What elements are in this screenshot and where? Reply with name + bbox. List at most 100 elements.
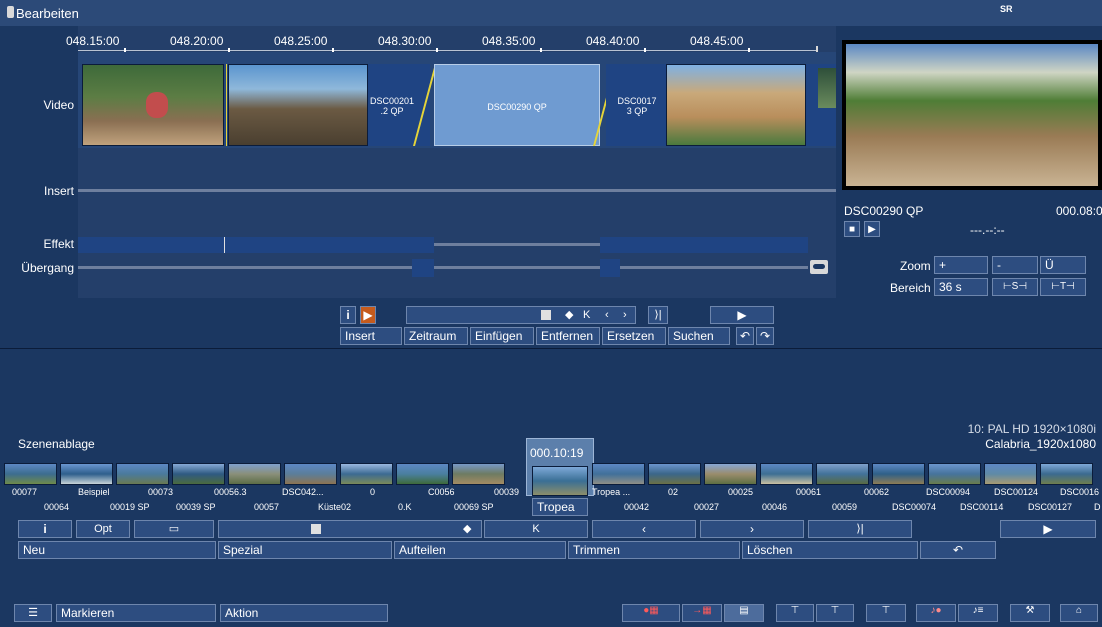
track-label-uebergang: Übergang xyxy=(21,261,74,275)
play-preview-icon[interactable]: ▶ xyxy=(864,221,880,237)
range-field[interactable]: 36 s xyxy=(934,278,988,296)
entfernen-button[interactable]: Entfernen xyxy=(536,327,600,345)
video-clip[interactable] xyxy=(228,64,368,146)
range-label: Bereich xyxy=(890,281,931,295)
scene-label: 00057 xyxy=(254,502,280,512)
range-end-icon[interactable]: ⊢T⊣ xyxy=(1040,278,1086,296)
scene-thumb[interactable] xyxy=(816,463,869,485)
video-clip[interactable] xyxy=(666,64,806,146)
audio-record-icon[interactable]: ♪● xyxy=(916,604,956,622)
next-icon[interactable]: › xyxy=(623,307,627,323)
scene-info-button[interactable]: i xyxy=(18,520,72,538)
scene-prev-icon[interactable]: ‹ xyxy=(592,520,696,538)
transition-block[interactable] xyxy=(600,259,620,277)
title-tool-icon[interactable]: ⊤ xyxy=(866,604,906,622)
loeschen-button[interactable]: Löschen xyxy=(742,541,918,559)
transition-settings-icon[interactable] xyxy=(810,260,828,274)
scene-thumb[interactable] xyxy=(340,463,393,485)
zoom-fit-button[interactable]: Ü xyxy=(1040,256,1086,274)
transition-block[interactable] xyxy=(412,259,434,277)
scene-thumb[interactable] xyxy=(984,463,1037,485)
record-grid-icon[interactable]: ●▦ xyxy=(622,604,680,622)
scene-thumb[interactable] xyxy=(760,463,813,485)
scene-next-icon[interactable]: › xyxy=(700,520,804,538)
suchen-button[interactable]: Suchen xyxy=(668,327,730,345)
zoom-out-button[interactable]: - xyxy=(992,256,1038,274)
scene-thumb[interactable] xyxy=(452,463,505,485)
scene-thumb[interactable] xyxy=(648,463,701,485)
timeline-scroll[interactable]: ◆ K ‹ › xyxy=(406,306,636,324)
timeline-grid-icon[interactable]: ▤ xyxy=(724,604,764,622)
last-icon[interactable]: ⟩| xyxy=(648,306,668,324)
preview-mode-icon[interactable]: ▶ xyxy=(360,306,376,324)
preview-clip-duration: 000.08:00 xyxy=(1056,204,1102,218)
scene-scroll-handle[interactable] xyxy=(311,524,321,534)
neu-button[interactable]: Neu xyxy=(18,541,216,559)
clip-name: DSC0017 3 QP xyxy=(617,96,657,116)
home-icon[interactable]: ⌂ xyxy=(1060,604,1098,622)
scene-play-icon[interactable]: ▶ xyxy=(1000,520,1096,538)
scene-opt-button[interactable]: Opt xyxy=(76,520,130,538)
scene-label: 00039 SP xyxy=(176,502,216,512)
ersetzen-button[interactable]: Ersetzen xyxy=(602,327,666,345)
title-bar: Bearbeiten SR xyxy=(0,0,1102,26)
transition-tool-icon[interactable]: ⊤ xyxy=(816,604,854,622)
scene-thumb[interactable] xyxy=(928,463,981,485)
scene-thumb[interactable] xyxy=(116,463,169,485)
zoom-in-button[interactable]: + xyxy=(934,256,988,274)
scene-thumb[interactable] xyxy=(1040,463,1093,485)
selected-scene-thumb[interactable] xyxy=(532,466,588,496)
ruler-tick: 048.30:00 xyxy=(378,34,432,48)
stop-icon[interactable]: ■ xyxy=(844,221,860,237)
zeitraum-button[interactable]: Zeitraum xyxy=(404,327,468,345)
play-icon[interactable]: ▶ xyxy=(710,306,774,324)
redo-icon[interactable]: ↷ xyxy=(756,327,774,345)
einfuegen-button[interactable]: Einfügen xyxy=(470,327,534,345)
effect-tool-icon[interactable]: ⊤ xyxy=(776,604,814,622)
insert-button[interactable]: Insert xyxy=(340,327,402,345)
info-icon[interactable]: i xyxy=(340,306,356,324)
menu-icon[interactable]: ☰ xyxy=(14,604,52,622)
audio-list-icon[interactable]: ♪≡ xyxy=(958,604,998,622)
scene-scroll[interactable]: ◆ xyxy=(218,520,482,538)
ruler-line xyxy=(78,50,818,51)
spezial-button[interactable]: Spezial xyxy=(218,541,392,559)
scene-thumb[interactable] xyxy=(872,463,925,485)
scene-center-icon[interactable]: ◆ xyxy=(463,521,471,537)
insert-grid-icon[interactable]: →▦ xyxy=(682,604,722,622)
effect-block[interactable] xyxy=(600,237,808,253)
prev-icon[interactable]: ‹ xyxy=(605,307,609,323)
scene-thumb[interactable] xyxy=(4,463,57,485)
clip-name: DSC00290 QP xyxy=(487,102,547,112)
first-icon[interactable]: K xyxy=(583,307,590,323)
scene-label: Küste02 xyxy=(318,502,352,512)
scene-label: 00073 xyxy=(148,487,174,497)
scene-thumb[interactable] xyxy=(592,463,645,485)
tools-icon[interactable]: ⚒ xyxy=(1010,604,1050,622)
scene-thumb[interactable] xyxy=(704,463,757,485)
scene-last-icon[interactable]: ⟩| xyxy=(808,520,912,538)
transition-track[interactable] xyxy=(78,266,808,269)
scene-thumb[interactable] xyxy=(172,463,225,485)
range-start-icon[interactable]: ⊢S⊣ xyxy=(992,278,1038,296)
aufteilen-button[interactable]: Aufteilen xyxy=(394,541,566,559)
markieren-button[interactable]: Markieren xyxy=(56,604,216,622)
scene-first-icon[interactable]: K xyxy=(484,520,588,538)
scene-thumb[interactable] xyxy=(60,463,113,485)
insert-track[interactable] xyxy=(78,189,836,192)
scene-print-icon[interactable]: ▭ xyxy=(134,520,214,538)
scroll-handle[interactable] xyxy=(541,310,551,320)
center-icon[interactable]: ◆ xyxy=(565,307,573,323)
scene-thumb[interactable] xyxy=(284,463,337,485)
undo-icon[interactable]: ↶ xyxy=(736,327,754,345)
scene-thumb[interactable] xyxy=(396,463,449,485)
trimmen-button[interactable]: Trimmen xyxy=(568,541,740,559)
effect-track[interactable] xyxy=(434,243,600,246)
effect-block[interactable] xyxy=(78,237,434,253)
selected-scene-name[interactable]: Tropea xyxy=(532,498,588,516)
scene-label: 00064 xyxy=(44,502,70,512)
aktion-button[interactable]: Aktion xyxy=(220,604,388,622)
scene-undo-icon[interactable]: ↶ xyxy=(920,541,996,559)
scene-thumb[interactable] xyxy=(228,463,281,485)
clip-divider xyxy=(226,64,227,146)
